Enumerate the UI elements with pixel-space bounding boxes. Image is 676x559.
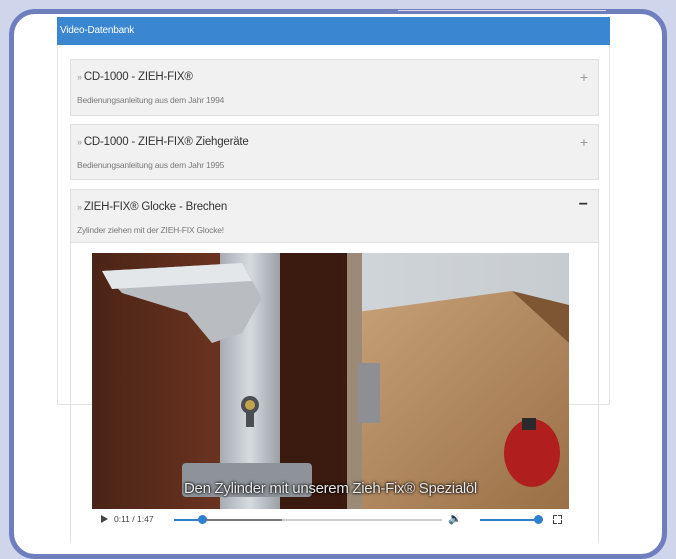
accordion-item-subtitle: Zylinder ziehen mit der ZIEH-FIX Glocke!	[77, 225, 224, 235]
play-icon[interactable]	[101, 515, 108, 523]
divider	[398, 10, 606, 11]
accordion-item-title: CD-1000 - ZIEH-FIX® Ziehgeräte	[83, 136, 249, 148]
accordion-item-title: CD-1000 - ZIEH-FIX®	[83, 71, 193, 83]
raquo-icon: »	[77, 137, 82, 147]
accordion-item-subtitle: Bedienungsanleitung aus dem Jahr 1994	[77, 95, 225, 105]
panel-header: Video-Datenbank	[57, 17, 610, 45]
expand-plus-icon[interactable]: +	[580, 69, 588, 85]
volume-slider[interactable]	[480, 519, 538, 521]
raquo-icon: »	[77, 202, 82, 212]
accordion-item-glocke-brechen[interactable]: » ZIEH-FIX® Glocke - Brechen Zylinder zie…	[70, 189, 599, 243]
volume-handle[interactable]	[534, 515, 543, 524]
raquo-icon: »	[77, 72, 82, 82]
accordion-item-subtitle: Bedienungsanleitung aus dem Jahr 1995	[77, 160, 225, 170]
volume-icon[interactable]: 🔉	[448, 512, 462, 525]
video-player[interactable]: Den Zylinder mit unserem Zieh-Fix® Spezi…	[92, 253, 569, 509]
progress-handle[interactable]	[198, 515, 207, 524]
expand-plus-icon[interactable]: +	[580, 134, 588, 150]
panel-title: Video-Datenbank	[60, 25, 135, 36]
video-controls: 0:11 / 1:47 🔉	[92, 509, 569, 531]
video-frame-image	[92, 253, 569, 509]
accordion-item-cd1000-ziehgeraete[interactable]: » CD-1000 - ZIEH-FIX® Ziehgeräte Bedienun…	[70, 124, 599, 180]
fullscreen-icon[interactable]	[553, 515, 562, 524]
video-caption: Den Zylinder mit unserem Zieh-Fix® Spezi…	[184, 480, 477, 497]
accordion-item-cd1000[interactable]: » CD-1000 - ZIEH-FIX® Bedienungsanleitung…	[70, 59, 599, 116]
accordion-item-title: ZIEH-FIX® Glocke - Brechen	[83, 201, 228, 213]
collapse-minus-icon[interactable]: −	[579, 196, 588, 214]
video-time: 0:11 / 1:47	[114, 514, 154, 524]
